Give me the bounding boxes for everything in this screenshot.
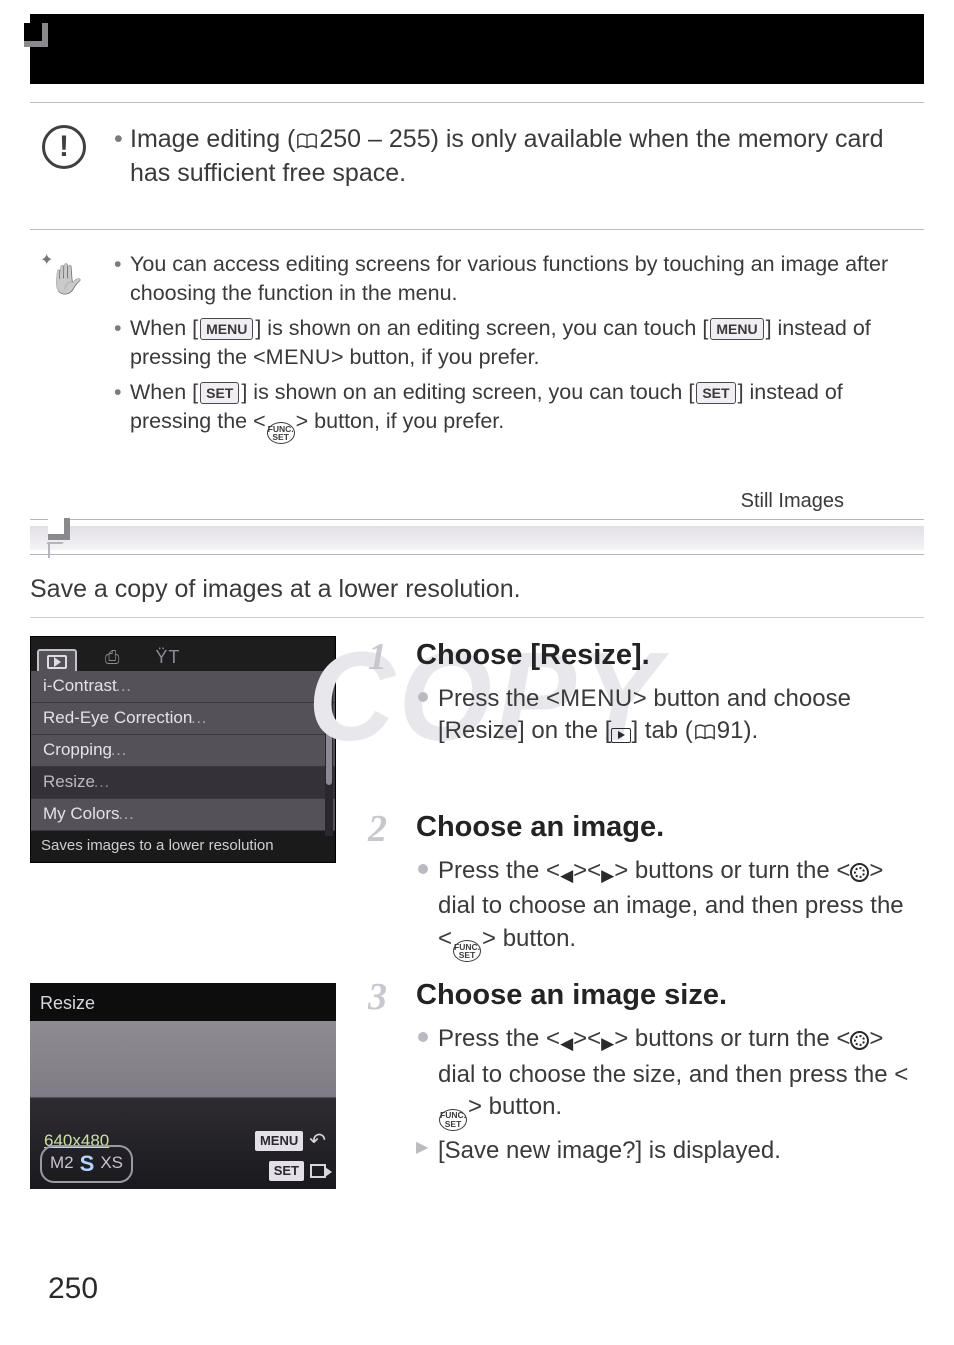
scrollbar-icon	[325, 673, 333, 836]
warning-text: Image editing (250 – 255) is only availa…	[114, 123, 918, 191]
playback-icon	[611, 728, 631, 743]
warning-callout: ! Image editing (250 – 255) is only avai…	[30, 113, 924, 211]
touch-icon	[44, 252, 84, 292]
step-title: Choose an image size.	[416, 976, 924, 1015]
control-dial-icon	[850, 863, 869, 882]
step-number: 3	[368, 972, 387, 1023]
func-set-icon: FUNC.SET	[267, 422, 295, 444]
playback-tab-icon	[37, 649, 77, 671]
menu-item: i-Contrast	[31, 671, 335, 703]
page-number: 250	[48, 1269, 98, 1310]
menu-item-selected: Resize	[31, 767, 335, 799]
resize-title: Resize	[40, 991, 95, 1015]
step-bullet: Press the <><> buttons or turn the <> di…	[416, 855, 924, 962]
section-lead: Save a copy of images at a lower resolut…	[30, 573, 924, 607]
tip-1: You can access editing screens for vario…	[114, 250, 918, 308]
step-result: [Save new image?] is displayed.	[416, 1135, 924, 1167]
warning-icon: !	[42, 125, 86, 169]
tools-tab-icon: ŸT	[147, 641, 188, 671]
step-title: Choose an image.	[416, 808, 924, 847]
right-arrow-icon	[601, 858, 614, 890]
set-pill-icon: SET	[200, 382, 239, 405]
media-type-tag: Still Images	[30, 488, 924, 515]
menu-pill-icon: MENU	[200, 318, 253, 341]
func-set-icon: FUNC.SET	[439, 1109, 467, 1131]
book-icon	[694, 723, 716, 741]
book-icon	[296, 132, 318, 150]
left-arrow-icon	[560, 858, 573, 890]
menu-item: My Colors	[31, 799, 335, 831]
menu-item: Red-Eye Correction	[31, 703, 335, 735]
set-pill-icon: SET	[696, 382, 735, 405]
resize-screenshot: Resize 640x480 M2 S XS MENU↶ SET	[30, 983, 336, 1189]
tip-2: When [MENU] is shown on an editing scree…	[114, 314, 918, 372]
step-3: 3 Choose an image size. Press the <><> b…	[368, 976, 924, 1167]
menu-button-label: MENU	[560, 685, 633, 712]
top-banner	[30, 14, 924, 84]
menu-pill-icon: MENU	[710, 318, 763, 341]
step-bullet: Press the <MENU> button and choose [Resi…	[416, 683, 924, 748]
step-1: 1 Choose [Resize]. Press the <MENU> butt…	[368, 636, 924, 748]
menu-item: Cropping	[31, 735, 335, 767]
tips-callout: You can access editing screens for vario…	[30, 240, 924, 465]
size-options: M2 S XS	[40, 1145, 133, 1183]
step-title: Choose [Resize].	[416, 636, 924, 675]
print-tab-icon: ⎙	[97, 641, 127, 671]
camera-menu-screenshot: ⎙ ŸT i-Contrast Red-Eye Correction Cropp…	[30, 636, 336, 863]
tip-3: When [SET] is shown on an editing screen…	[114, 378, 918, 445]
set-next-icon: SET	[269, 1161, 326, 1181]
step-2: 2 Choose an image. Press the <><> button…	[368, 808, 924, 962]
left-arrow-icon	[560, 1026, 573, 1058]
menu-back-icon: MENU↶	[255, 1128, 326, 1155]
control-dial-icon	[850, 1031, 869, 1050]
menu-button-label: MENU	[266, 345, 331, 369]
func-set-icon: FUNC.SET	[453, 940, 481, 962]
step-bullet: Press the <><> buttons or turn the <> di…	[416, 1023, 924, 1130]
menu-footer: Saves images to a lower resolution	[31, 831, 335, 862]
step-number: 2	[368, 804, 387, 855]
step-number: 1	[368, 632, 387, 683]
section-band	[30, 519, 924, 555]
right-arrow-icon	[601, 1026, 614, 1058]
